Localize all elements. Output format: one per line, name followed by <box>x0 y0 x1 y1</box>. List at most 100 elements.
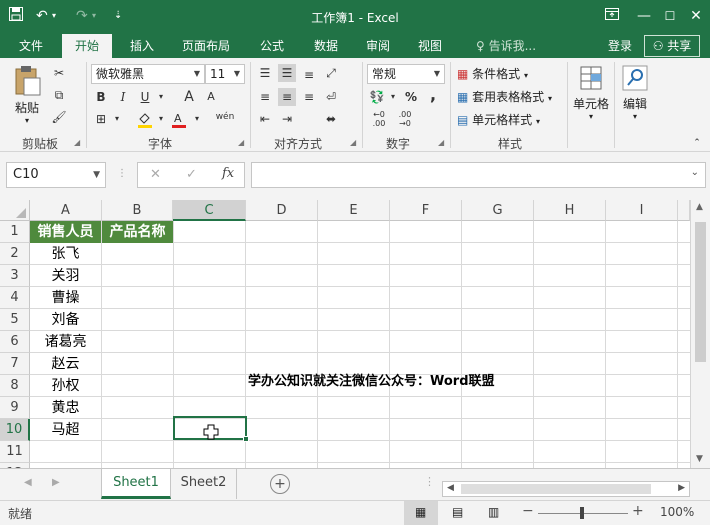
decrease-decimal-icon[interactable]: .00 →0 <box>396 110 414 128</box>
minimize-icon[interactable]: — <box>630 4 658 28</box>
insert-function-icon[interactable]: fx <box>222 166 234 181</box>
cell-a2[interactable]: 张飞 <box>30 243 101 265</box>
fill-handle[interactable] <box>243 436 249 442</box>
cell-a6[interactable]: 诸葛亮 <box>30 331 101 353</box>
column-header-i[interactable]: I <box>606 200 678 221</box>
column-header-h[interactable]: H <box>534 200 606 221</box>
drag-handle-icon[interactable]: ⋮ <box>117 168 127 179</box>
close-icon[interactable]: ✕ <box>682 4 710 28</box>
page-layout-view-icon[interactable]: ▤ <box>452 505 463 519</box>
column-header-d[interactable]: D <box>246 200 318 221</box>
copy-icon[interactable]: ⧉ <box>50 86 68 104</box>
alignment-launcher-icon[interactable]: ◢ <box>350 138 356 147</box>
drag-handle-icon[interactable]: ⋮ <box>424 475 435 488</box>
row-header[interactable]: 9 <box>0 397 30 419</box>
scroll-down-icon[interactable]: ▼ <box>696 454 703 464</box>
underline-dropdown-icon[interactable]: ▾ <box>152 88 170 106</box>
orientation-icon[interactable]: ⤢ <box>322 64 340 82</box>
cell-a8[interactable]: 孙权 <box>30 375 101 397</box>
next-sheet-icon[interactable]: ▶ <box>52 477 60 488</box>
row-header[interactable]: 11 <box>0 441 30 463</box>
zoom-level[interactable]: 100% <box>660 505 694 519</box>
tab-file[interactable]: 文件 <box>8 34 54 58</box>
column-header-partial[interactable] <box>678 200 690 221</box>
column-header-f[interactable]: F <box>390 200 462 221</box>
column-header-g[interactable]: G <box>462 200 534 221</box>
tab-formulas[interactable]: 公式 <box>250 34 294 58</box>
ribbon-display-icon[interactable] <box>598 4 626 28</box>
worksheet-grid[interactable]: A B C D E F G H I 1 2 3 4 5 6 7 8 9 10 1… <box>0 200 710 468</box>
align-right-icon[interactable]: ≡ <box>300 88 318 106</box>
scroll-right-icon[interactable]: ▶ <box>678 483 685 493</box>
cell-a3[interactable]: 关羽 <box>30 265 101 287</box>
row-header[interactable]: 3 <box>0 265 30 287</box>
clipboard-launcher-icon[interactable]: ◢ <box>74 138 80 147</box>
select-all-corner[interactable] <box>0 200 30 221</box>
cell-a1[interactable]: 销售人员 <box>30 221 101 243</box>
column-header-b[interactable]: B <box>102 200 173 221</box>
cancel-icon[interactable]: ✕ <box>150 167 161 182</box>
row-header[interactable]: 6 <box>0 331 30 353</box>
scroll-left-icon[interactable]: ◀ <box>447 483 454 493</box>
tab-review[interactable]: 审阅 <box>356 34 400 58</box>
tab-insert[interactable]: 插入 <box>118 34 166 58</box>
cell-styles-button[interactable]: ▤ 单元格样式 ▾ <box>457 111 567 129</box>
editing-button[interactable]: 编辑 ▾ <box>618 64 652 130</box>
format-as-table-button[interactable]: ▦ 套用表格格式 ▾ <box>457 88 567 106</box>
cell-a4[interactable]: 曹操 <box>30 287 101 309</box>
paste-button[interactable]: 粘贴 ▾ <box>12 64 42 125</box>
zoom-out-icon[interactable]: − <box>522 503 534 519</box>
cell-a9[interactable]: 黄忠 <box>30 397 101 419</box>
align-top-icon[interactable]: ☰ <box>256 64 274 82</box>
horizontal-scrollbar[interactable]: ◀ ▶ <box>442 481 690 497</box>
tab-data[interactable]: 数据 <box>304 34 348 58</box>
conditional-format-button[interactable]: ▦ 条件格式 ▾ <box>457 65 567 83</box>
format-painter-icon[interactable]: 🖌 <box>50 108 68 126</box>
prev-sheet-icon[interactable]: ◀ <box>24 477 32 488</box>
fill-dropdown-icon[interactable]: ▾ <box>152 110 170 128</box>
row-header[interactable]: 8 <box>0 375 30 397</box>
align-middle-icon[interactable]: ☰ <box>278 64 296 82</box>
vertical-scrollbar[interactable]: ▲ ▼ <box>690 200 710 468</box>
cell-a7[interactable]: 赵云 <box>30 353 101 375</box>
collapse-ribbon-icon[interactable]: ⌃ <box>688 134 706 152</box>
cell-d8-note[interactable]: 学办公知识就关注微信公众号：Word联盟 <box>248 371 495 393</box>
number-launcher-icon[interactable]: ◢ <box>438 138 444 147</box>
row-header[interactable]: 7 <box>0 353 30 375</box>
cell-a5[interactable]: 刘备 <box>30 309 101 331</box>
zoom-in-icon[interactable]: + <box>632 503 644 519</box>
name-box[interactable]: C10 ▼ <box>6 162 106 188</box>
increase-indent-icon[interactable]: ⇥ <box>278 110 296 128</box>
comma-button[interactable]: , <box>424 86 442 104</box>
add-sheet-icon[interactable]: + <box>270 474 290 494</box>
expand-formula-icon[interactable]: ⌄ <box>691 167 699 178</box>
row-header[interactable]: 10 <box>0 419 30 441</box>
font-color-icon[interactable]: A <box>170 110 188 128</box>
column-header-e[interactable]: E <box>318 200 390 221</box>
align-center-icon[interactable]: ≡ <box>278 88 296 106</box>
increase-decimal-icon[interactable]: ←0.00 <box>370 110 388 128</box>
align-left-icon[interactable]: ≡ <box>256 88 274 106</box>
vertical-scroll-thumb[interactable] <box>695 222 706 362</box>
currency-dropdown-icon[interactable]: ▾ <box>384 88 402 106</box>
scroll-up-icon[interactable]: ▲ <box>696 202 703 212</box>
merge-center-icon[interactable]: ⬌ <box>322 110 340 128</box>
column-header-c[interactable]: C <box>173 200 246 221</box>
formula-input[interactable]: ⌄ <box>251 162 706 188</box>
share-button[interactable]: ⚇ 共享 <box>644 35 700 57</box>
italic-button[interactable]: I <box>114 88 132 106</box>
login-button[interactable]: 登录 <box>600 34 640 58</box>
cell-b1[interactable]: 产品名称 <box>102 221 173 243</box>
shrink-font-button[interactable]: A <box>202 88 220 106</box>
row-header[interactable]: 4 <box>0 287 30 309</box>
cells-button[interactable]: 单元格 ▾ <box>572 64 610 130</box>
cut-icon[interactable]: ✂ <box>50 64 68 82</box>
column-header-a[interactable]: A <box>30 200 102 221</box>
font-name-combo[interactable]: 微软雅黑 ▼ <box>91 64 205 84</box>
tell-me-box[interactable]: ♀ 告诉我... <box>470 34 542 58</box>
font-size-combo[interactable]: 11 ▼ <box>205 64 245 84</box>
row-header[interactable]: 1 <box>0 221 30 243</box>
maximize-icon[interactable]: ☐ <box>656 4 684 28</box>
row-header[interactable]: 2 <box>0 243 30 265</box>
border-dropdown-icon[interactable]: ▾ <box>108 110 126 128</box>
